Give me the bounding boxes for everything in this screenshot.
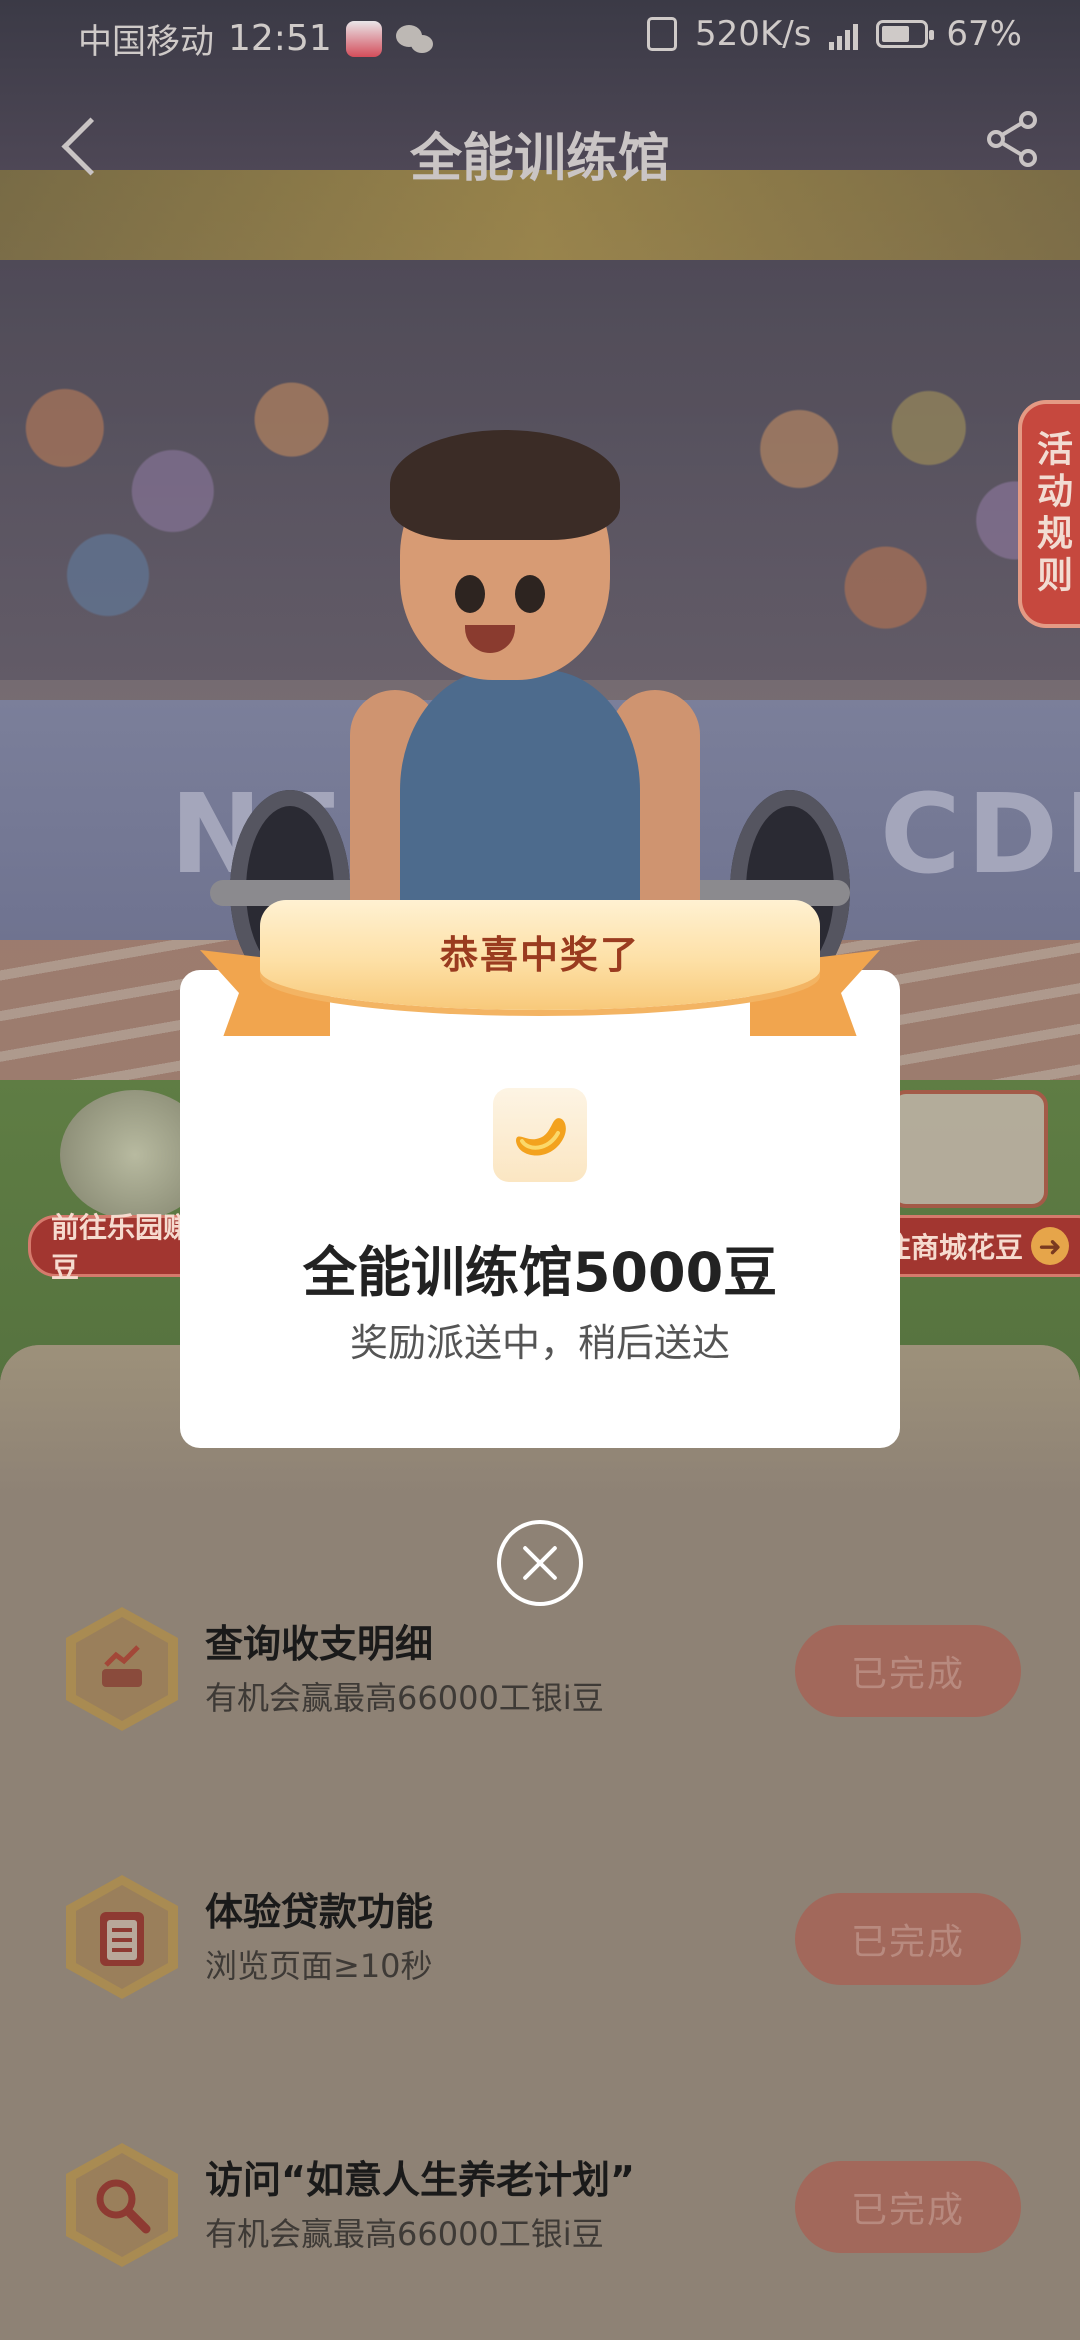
- congrats-ribbon: 恭喜中奖了: [200, 900, 880, 1050]
- congrats-text: 恭喜中奖了: [439, 932, 640, 977]
- prize-subtitle: 奖励派送中，稍后送达: [349, 1321, 730, 1365]
- close-circle-icon[interactable]: [497, 1520, 583, 1606]
- ribbon-banner: 恭喜中奖了: [260, 900, 820, 1010]
- prize-title: 全能训练馆5000豆: [302, 1241, 778, 1304]
- bean-icon: [493, 1088, 587, 1182]
